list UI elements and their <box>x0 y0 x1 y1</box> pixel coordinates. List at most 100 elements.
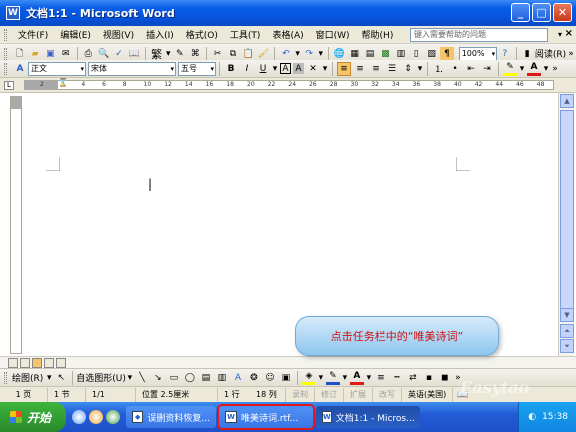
ie-icon[interactable] <box>72 410 86 424</box>
indent-marker-icon[interactable]: ⌛ <box>58 78 68 87</box>
underline-button[interactable]: U <box>256 62 270 76</box>
task-weimei-shici[interactable]: W 唯美诗词.rtf... <box>217 404 315 430</box>
oval-icon[interactable]: ◯ <box>183 371 197 385</box>
dropdown-arrow-icon[interactable]: ▾ <box>295 47 301 61</box>
menu-insert[interactable]: 插入(I) <box>140 28 180 41</box>
hyperlink-icon[interactable]: 🌐 <box>333 47 346 61</box>
vertical-textbox-icon[interactable]: ▥ <box>215 371 229 385</box>
toolbar-options-icon[interactable]: » <box>551 62 559 76</box>
dropdown-arrow-icon[interactable]: ▾ <box>519 62 525 76</box>
insert-excel-icon[interactable]: ▩ <box>379 47 392 61</box>
start-button[interactable]: 开始 <box>0 402 66 432</box>
select-objects-icon[interactable]: ↖ <box>54 371 68 385</box>
line-style-icon[interactable]: ≡ <box>374 371 388 385</box>
font-size-select[interactable]: 五号 <box>178 61 216 76</box>
thesaurus-icon[interactable]: ✎ <box>173 47 186 61</box>
copy-icon[interactable]: ⧉ <box>226 47 239 61</box>
menu-grip[interactable] <box>4 28 7 41</box>
document-map-icon[interactable]: ▧ <box>425 47 438 61</box>
menu-window[interactable]: 窗口(W) <box>310 28 356 41</box>
char-border-button[interactable]: A <box>280 63 291 74</box>
fill-color-icon[interactable]: ◈ <box>301 371 316 385</box>
dropdown-arrow-icon[interactable]: ▾ <box>318 371 324 385</box>
horizontal-ruler[interactable]: L 2 2 4 6 8 10 12 14 16 18 20 22 24 26 28 30 32 34 36 38 40 4… <box>0 78 576 93</box>
status-rec[interactable]: 录制 <box>286 387 315 402</box>
new-document-icon[interactable]: 🗋 <box>13 47 26 61</box>
normal-view-icon[interactable] <box>8 358 18 368</box>
arrow-style-icon[interactable]: ⇄ <box>406 371 420 385</box>
menu-help[interactable]: 帮助(H) <box>356 28 400 41</box>
align-justify-icon[interactable]: ≡ <box>337 61 351 76</box>
status-ext[interactable]: 扩展 <box>344 387 373 402</box>
redo-icon[interactable]: ↷ <box>302 47 315 61</box>
numbering-icon[interactable]: ⒈ <box>432 62 446 76</box>
line-spacing-icon[interactable]: ⇕ <box>401 62 415 76</box>
menu-edit[interactable]: 编辑(E) <box>54 28 97 41</box>
dropdown-arrow-icon[interactable]: ▾ <box>342 371 348 385</box>
status-trk[interactable]: 修订 <box>315 387 344 402</box>
status-ovr[interactable]: 改写 <box>373 387 402 402</box>
horizontal-scrollbar[interactable] <box>0 356 576 368</box>
columns-icon[interactable]: ▥ <box>394 47 407 61</box>
insert-table-icon[interactable]: ▤ <box>363 47 376 61</box>
help-icon[interactable]: ? <box>498 47 511 61</box>
bullets-icon[interactable]: • <box>448 62 462 76</box>
wordart-icon[interactable]: A <box>231 371 245 385</box>
read-icon[interactable]: ▮ <box>520 47 533 61</box>
menu-format[interactable]: 格式(O) <box>180 28 224 41</box>
scroll-down-icon[interactable]: ▼ <box>560 308 574 322</box>
print-preview-icon[interactable]: 🔍 <box>97 47 110 61</box>
scroll-thumb[interactable] <box>560 110 574 320</box>
print-icon[interactable]: ⎙ <box>81 47 94 61</box>
dropdown-arrow-icon[interactable]: ▾ <box>417 62 423 76</box>
print-view-icon[interactable] <box>32 358 42 368</box>
dropdown-arrow-icon[interactable]: ▾ <box>318 47 324 61</box>
tables-borders-icon[interactable]: ▦ <box>348 47 361 61</box>
styles-formatting-icon[interactable]: A <box>13 62 27 76</box>
line-color-icon[interactable]: ✎ <box>325 371 340 385</box>
highlight-icon[interactable]: ✎ <box>503 62 517 76</box>
outline-view-icon[interactable] <box>44 358 54 368</box>
undo-icon[interactable]: ↶ <box>279 47 292 61</box>
minimize-button[interactable]: _ <box>511 3 530 22</box>
style-select[interactable]: 正文 <box>28 61 86 76</box>
char-scale-icon[interactable]: ✕ <box>306 62 320 76</box>
close-button[interactable]: ✕ <box>553 3 572 22</box>
maximize-button[interactable]: □ <box>532 3 551 22</box>
dropdown-arrow-icon[interactable]: ▾ <box>165 47 171 61</box>
task-document1[interactable]: W 文档1:1 - Micros... <box>316 406 420 428</box>
desktop-icon[interactable] <box>106 410 120 424</box>
scroll-up-icon[interactable]: ▲ <box>560 94 574 108</box>
traditional-chinese-icon[interactable]: 繁 <box>150 47 163 61</box>
save-icon[interactable]: ▣ <box>44 47 57 61</box>
dropdown-arrow-icon[interactable]: ▾ <box>366 371 372 385</box>
next-page-icon[interactable]: ⏷ <box>560 339 574 353</box>
vertical-ruler[interactable] <box>10 96 22 354</box>
bold-button[interactable]: B <box>224 62 238 76</box>
media-player-icon[interactable] <box>89 410 103 424</box>
toolbar-grip[interactable] <box>4 47 7 60</box>
menu-view[interactable]: 视图(V) <box>97 28 140 41</box>
italic-button[interactable]: I <box>240 62 254 76</box>
spelling-icon[interactable]: ✓ <box>112 47 125 61</box>
vertical-scrollbar[interactable]: ▲ ▼ ⏶ ⏷ <box>558 93 574 356</box>
draw-font-color-icon[interactable]: A <box>349 371 364 385</box>
diagram-icon[interactable]: ❂ <box>247 371 261 385</box>
dropdown-arrow-icon[interactable]: ▾ <box>46 371 52 385</box>
research-icon[interactable]: 📖 <box>128 47 141 61</box>
drawing-icon[interactable]: ▯ <box>410 47 423 61</box>
previous-page-icon[interactable]: ⏶ <box>560 324 574 338</box>
menu-table[interactable]: 表格(A) <box>266 28 309 41</box>
picture-icon[interactable]: ▣ <box>279 371 293 385</box>
align-center-icon[interactable]: ≡ <box>353 62 367 76</box>
increase-indent-icon[interactable]: ⇥ <box>480 62 494 76</box>
font-select[interactable]: 宋体 <box>88 61 176 76</box>
help-search-input[interactable]: 键入需要帮助的问题 <box>410 28 548 42</box>
document-close-icon[interactable]: × <box>565 28 573 39</box>
menu-tools[interactable]: 工具(T) <box>224 28 267 41</box>
clipart-icon[interactable]: ☺ <box>263 371 277 385</box>
dropdown-arrow-icon[interactable]: ▾ <box>272 62 278 76</box>
line-icon[interactable]: ╲ <box>135 371 149 385</box>
dropdown-arrow-icon[interactable]: ▾ <box>127 371 133 385</box>
toolbar-grip[interactable] <box>4 62 7 75</box>
